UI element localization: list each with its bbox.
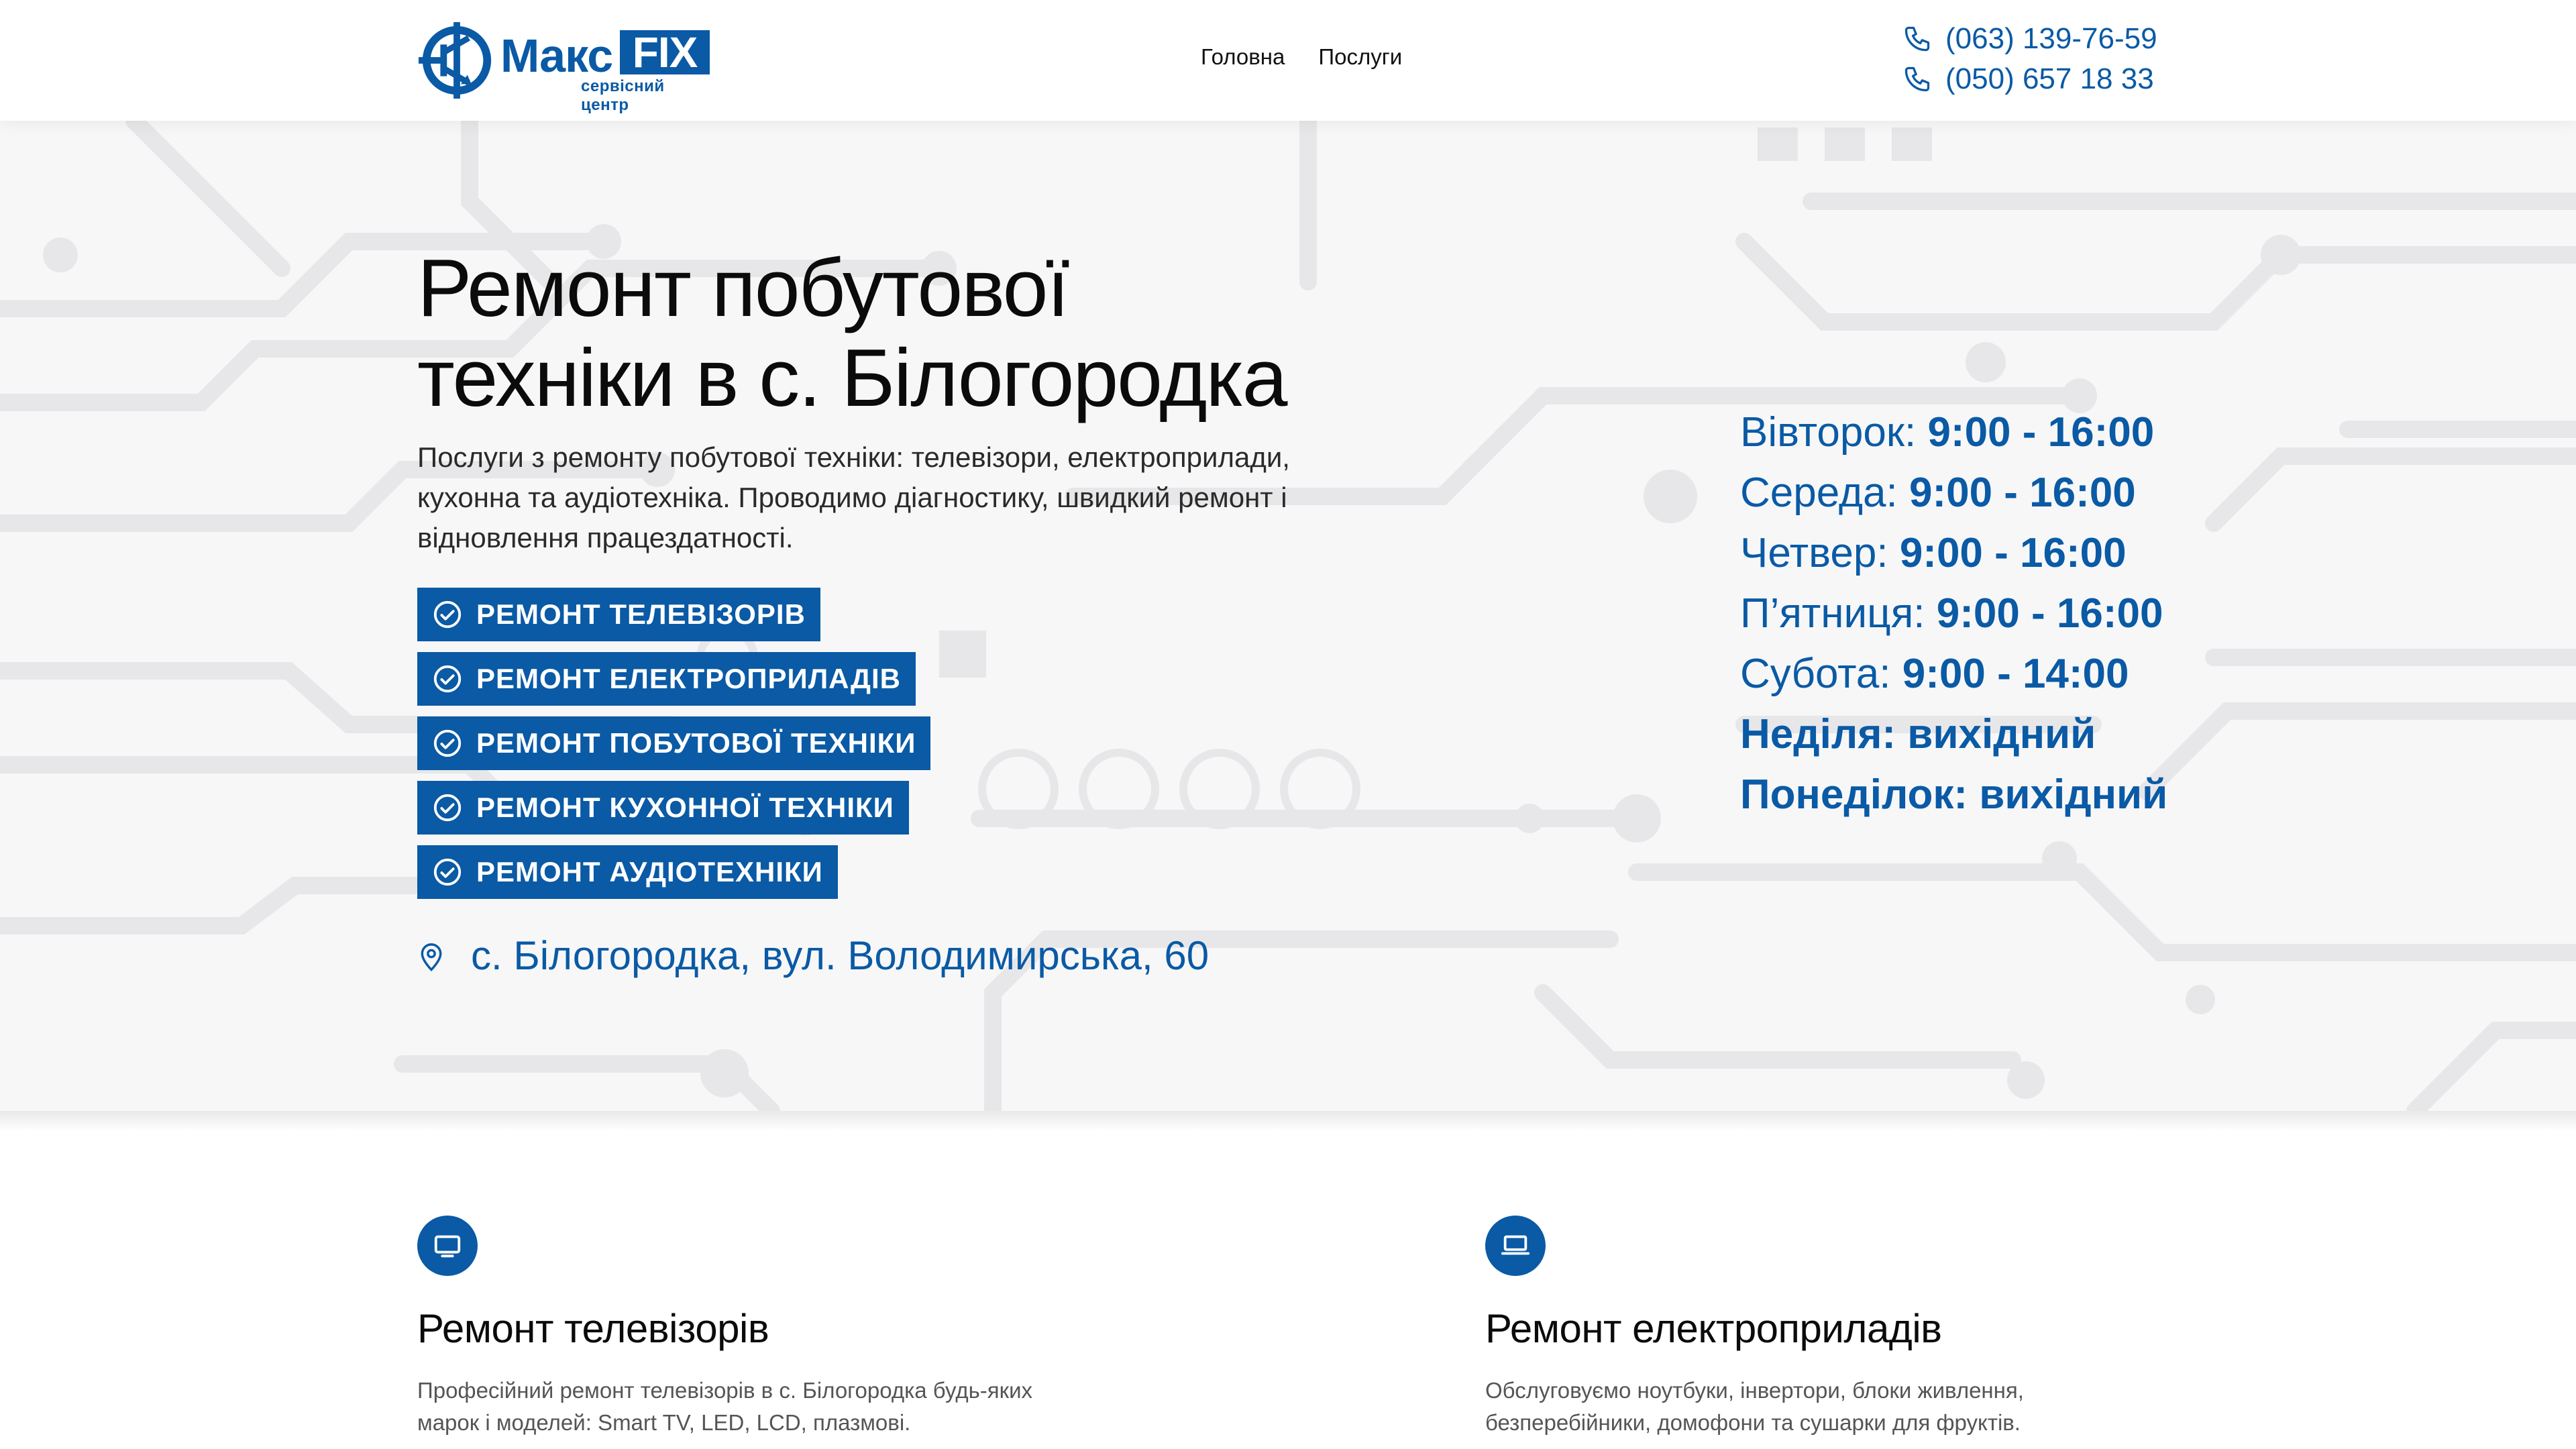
service-tag-label: РЕМОНТ КУХОННОЇ ТЕХНІКИ bbox=[476, 792, 894, 823]
check-circle-icon bbox=[433, 600, 462, 629]
phone-item[interactable]: (050) 657 18 33 bbox=[1902, 59, 2157, 99]
service-card-tv[interactable]: Ремонт телевізорів Професійний ремонт те… bbox=[417, 1216, 1088, 1439]
check-circle-icon bbox=[433, 858, 462, 886]
hero-title-line1: Ремонт побутової bbox=[417, 242, 1069, 333]
service-tag-household[interactable]: РЕМОНТ ПОБУТОВОЇ ТЕХНІКИ bbox=[417, 716, 931, 770]
hours-time: вихідний bbox=[1907, 711, 2096, 757]
logo-wordmark: Макс FIX сервісний центр bbox=[500, 23, 712, 114]
service-tag-label: РЕМОНТ ПОБУТОВОЇ ТЕХНІКИ bbox=[476, 727, 916, 759]
service-tag-list: РЕМОНТ ТЕЛЕВІЗОРІВ РЕМОНТ ЕЛЕКТРОПРИЛАДІ… bbox=[417, 588, 931, 910]
phone-icon bbox=[1904, 26, 1930, 52]
service-card-electro[interactable]: Ремонт електроприладів Обслуговуємо ноут… bbox=[1485, 1216, 2156, 1439]
card-title: Ремонт електроприладів bbox=[1485, 1306, 1942, 1351]
hours-time: 9:00 - 16:00 bbox=[1927, 409, 2155, 455]
service-tag-electro[interactable]: РЕМОНТ ЕЛЕКТРОПРИЛАДІВ bbox=[417, 652, 916, 706]
hours-row: Субота: 9:00 - 14:00 bbox=[1740, 644, 2167, 704]
service-tag-label: РЕМОНТ АУДІОТЕХНІКИ bbox=[476, 856, 823, 888]
hours-time: 9:00 - 14:00 bbox=[1902, 651, 2129, 697]
address-text: с. Білогородка, вул. Володимирська, 60 bbox=[471, 933, 1210, 978]
card-icon-circle bbox=[417, 1216, 478, 1276]
hours-day: Субота: bbox=[1740, 651, 1891, 697]
hours-time: 9:00 - 16:00 bbox=[1936, 590, 2163, 637]
phone-icon bbox=[1904, 66, 1930, 92]
hours-row: П’ятниця: 9:00 - 16:00 bbox=[1740, 584, 2167, 644]
hours-row: Четвер: 9:00 - 16:00 bbox=[1740, 523, 2167, 584]
logo-brand-left: Макс bbox=[500, 30, 613, 82]
hours-day: П’ятниця: bbox=[1740, 590, 1925, 637]
phone-number: (050) 657 18 33 bbox=[1945, 62, 2154, 95]
main-nav: Головна Послуги bbox=[1201, 44, 1402, 70]
hours-day: Вівторок: bbox=[1740, 409, 1917, 455]
logo[interactable]: Макс FIX сервісний центр bbox=[417, 19, 712, 114]
hero-title: Ремонт побутової техніки в с. Білогородк… bbox=[417, 243, 1424, 423]
phone-item[interactable]: (063) 139-76-59 bbox=[1902, 19, 2157, 59]
card-text: Обслуговуємо ноутбуки, інвертори, блоки … bbox=[1485, 1378, 2024, 1435]
service-tag-audio[interactable]: РЕМОНТ АУДІОТЕХНІКИ bbox=[417, 845, 838, 899]
service-tag-label: РЕМОНТ ТЕЛЕВІЗОРІВ bbox=[476, 598, 806, 630]
hours-row: Середа: 9:00 - 16:00 bbox=[1740, 463, 2167, 523]
card-text: Професійний ремонт телевізорів в с. Біло… bbox=[417, 1378, 1033, 1435]
hero-description: Послуги з ремонту побутової техніки: тел… bbox=[417, 441, 1290, 553]
site-header: Макс FIX сервісний центр Головна Послуги… bbox=[0, 0, 2576, 121]
nav-home-link[interactable]: Головна bbox=[1201, 44, 1285, 70]
hours-row: Вівторок: 9:00 - 16:00 bbox=[1740, 402, 2167, 463]
hours-day: Понеділок: bbox=[1740, 771, 1968, 818]
hero-title-line2: техніки в с. Білогородка bbox=[417, 332, 1287, 423]
service-tag-label: РЕМОНТ ЕЛЕКТРОПРИЛАДІВ bbox=[476, 663, 901, 694]
phone-number: (063) 139-76-59 bbox=[1945, 22, 2157, 55]
map-pin-icon bbox=[421, 943, 442, 971]
tv-icon bbox=[434, 1235, 461, 1258]
check-circle-icon bbox=[433, 665, 462, 693]
hours-day: Четвер: bbox=[1740, 530, 1888, 576]
hours-row: Неділя: вихідний bbox=[1740, 704, 2167, 765]
hours-row: Понеділок: вихідний bbox=[1740, 765, 2167, 825]
check-circle-icon bbox=[433, 794, 462, 822]
service-tag-tv[interactable]: РЕМОНТ ТЕЛЕВІЗОРІВ bbox=[417, 588, 820, 641]
logo-tagline: сервісний центр bbox=[581, 77, 665, 114]
hero-bottom-shadow bbox=[0, 1111, 2576, 1131]
working-hours: Вівторок: 9:00 - 16:00 Середа: 9:00 - 16… bbox=[1740, 402, 2167, 825]
hours-day: Неділя: bbox=[1740, 711, 1896, 757]
check-circle-icon bbox=[433, 729, 462, 757]
hero-section: Ремонт побутової техніки в с. Білогородк… bbox=[0, 121, 2576, 1111]
nav-services-link[interactable]: Послуги bbox=[1318, 44, 1402, 70]
address[interactable]: с. Білогородка, вул. Володимирська, 60 bbox=[417, 932, 1209, 979]
hours-day: Середа: bbox=[1740, 470, 1898, 516]
hours-time: 9:00 - 16:00 bbox=[1909, 470, 2136, 516]
card-title: Ремонт телевізорів bbox=[417, 1306, 769, 1351]
hours-time: вихідний bbox=[1979, 771, 2168, 818]
laptop-icon bbox=[1501, 1235, 1530, 1255]
phone-list: (063) 139-76-59 (050) 657 18 33 bbox=[1902, 19, 2157, 99]
service-tag-kitchen[interactable]: РЕМОНТ КУХОННОЇ ТЕХНІКИ bbox=[417, 781, 909, 835]
hours-time: 9:00 - 16:00 bbox=[1899, 530, 2127, 576]
logo-transistor-icon bbox=[418, 21, 492, 99]
logo-brand-right: FIX bbox=[620, 30, 710, 74]
card-icon-circle bbox=[1485, 1216, 1546, 1276]
